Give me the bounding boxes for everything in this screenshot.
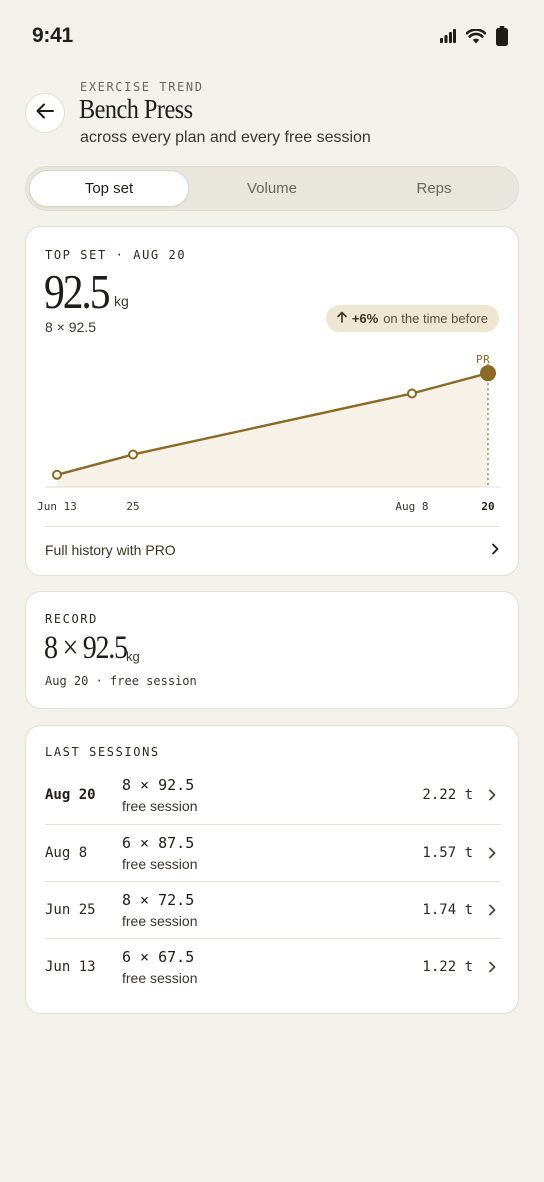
record-meta: Aug 20 · free session	[45, 674, 197, 688]
trend-chart: PR Jun 13 25 Aug 8 20	[26, 345, 520, 520]
session-volume: 1.74 t	[422, 902, 473, 918]
session-set: 6 × 87.5	[122, 834, 195, 852]
session-date: Aug 8	[45, 845, 88, 861]
session-row[interactable]: Aug 8 6 × 87.5 free session 1.57 t	[45, 825, 501, 882]
record-label: RECORD	[45, 612, 98, 626]
wifi-icon	[465, 27, 487, 49]
battery-icon	[496, 26, 508, 51]
arrow-left-icon	[36, 103, 54, 124]
record-card: RECORD 8 × 92.5 kg Aug 20 · free session	[25, 591, 519, 709]
trend-chart-svg: PR Jun 13 25 Aug 8 20	[37, 353, 501, 513]
last-sessions-label: LAST SESSIONS	[45, 745, 160, 759]
chevron-right-icon	[488, 960, 496, 978]
session-row[interactable]: Jun 25 8 × 72.5 free session 1.74 t	[45, 882, 501, 939]
session-type: free session	[122, 970, 198, 986]
session-set: 8 × 72.5	[122, 891, 195, 909]
status-time: 9:41	[32, 24, 73, 47]
data-point-pr	[480, 365, 496, 382]
last-sessions-card: LAST SESSIONS Aug 20 8 × 92.5 free sessi…	[25, 725, 519, 1014]
session-volume: 1.22 t	[422, 959, 473, 975]
change-value: +6%	[351, 311, 379, 326]
session-row[interactable]: Jun 13 6 × 67.5 free session 1.22 t	[45, 939, 501, 996]
pr-label: PR	[476, 353, 490, 366]
data-point	[406, 388, 417, 399]
top-set-card: TOP SET · AUG 20 92.5 kg 8 × 92.5 +6% on…	[25, 226, 519, 576]
chevron-right-icon	[488, 788, 496, 806]
record-unit: kg	[126, 649, 140, 664]
chevron-right-icon	[491, 542, 499, 558]
top-set-value: 92.5	[44, 264, 111, 319]
record-value: 8 × 92.5	[44, 630, 128, 666]
session-date: Aug 20	[45, 787, 96, 803]
page-title: Bench Press	[79, 94, 193, 124]
session-type: free session	[122, 856, 198, 872]
session-volume: 2.22 t	[422, 787, 473, 803]
tab-volume[interactable]: Volume	[192, 170, 352, 207]
arrow-up-icon	[337, 311, 347, 326]
tab-reps[interactable]: Reps	[354, 170, 514, 207]
top-set-detail: 8 × 92.5	[45, 319, 96, 335]
page-eyebrow: EXERCISE TREND	[80, 80, 204, 94]
x-tick-label: Jun 13	[37, 500, 77, 513]
metric-tabs: Top set Volume Reps	[25, 166, 519, 211]
session-set: 6 × 67.5	[122, 948, 195, 966]
full-history-link[interactable]: Full history with PRO	[45, 526, 499, 572]
back-button[interactable]	[25, 93, 65, 133]
page-subtitle: across every plan and every free session	[80, 129, 371, 146]
session-type: free session	[122, 913, 198, 929]
x-tick-label: 20	[481, 500, 494, 513]
top-set-label: TOP SET · AUG 20	[45, 248, 187, 262]
session-row[interactable]: Aug 20 8 × 92.5 free session 2.22 t	[45, 767, 501, 824]
session-set: 8 × 92.5	[122, 776, 195, 794]
session-volume: 1.57 t	[422, 845, 473, 861]
signal-icon	[440, 29, 456, 48]
session-date: Jun 13	[45, 959, 96, 975]
status-icons	[440, 26, 508, 51]
change-badge: +6% on the time before	[325, 305, 499, 332]
x-tick-label: 25	[126, 500, 139, 513]
data-point	[52, 469, 62, 480]
tab-top-set[interactable]: Top set	[29, 170, 189, 207]
session-date: Jun 25	[45, 902, 96, 918]
data-point	[128, 449, 139, 460]
change-text: on the time before	[383, 311, 488, 326]
full-history-label: Full history with PRO	[45, 541, 176, 558]
chevron-right-icon	[488, 903, 496, 921]
session-type: free session	[122, 798, 198, 814]
x-tick-label: Aug 8	[395, 500, 428, 513]
chevron-right-icon	[488, 846, 496, 864]
top-set-unit: kg	[114, 293, 129, 309]
status-bar: 9:41	[0, 0, 544, 70]
